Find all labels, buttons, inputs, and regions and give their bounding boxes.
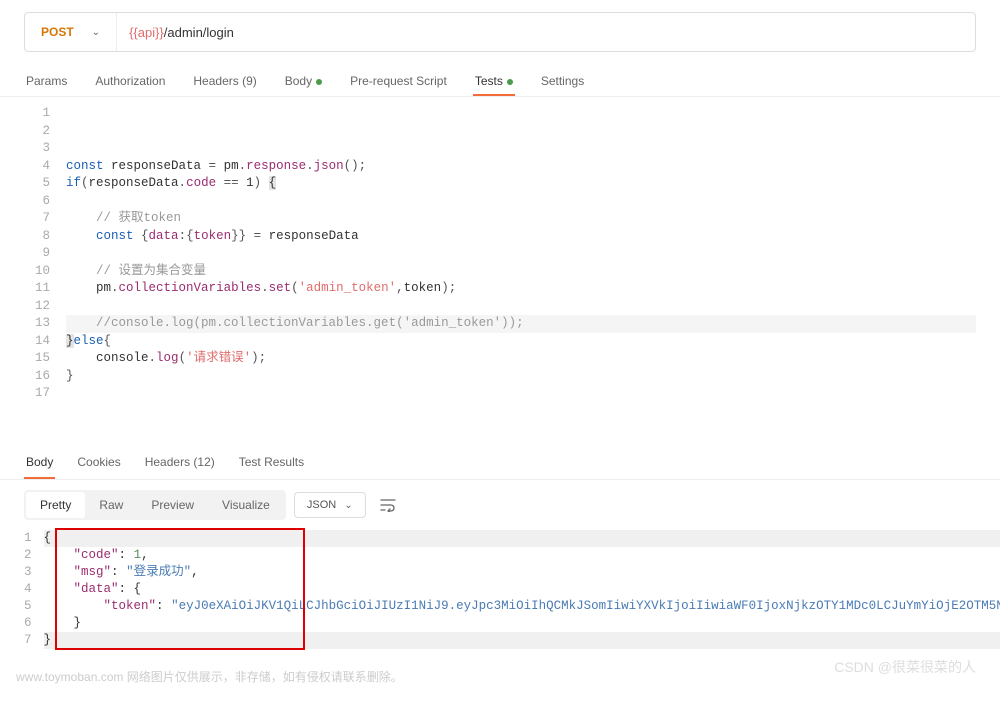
response-line[interactable]: } bbox=[44, 632, 1000, 649]
code-line[interactable] bbox=[66, 105, 976, 123]
http-method-selector[interactable]: POST ⌄ bbox=[25, 13, 117, 51]
http-method-label: POST bbox=[41, 25, 74, 39]
code-line[interactable]: }else{ bbox=[66, 333, 976, 351]
code-line[interactable]: console.log('请求错误'); bbox=[66, 350, 976, 368]
view-mode-visualize[interactable]: Visualize bbox=[208, 492, 284, 518]
wrap-icon bbox=[380, 498, 396, 512]
code-line[interactable] bbox=[66, 140, 976, 158]
format-selector[interactable]: JSON ⌄ bbox=[294, 492, 366, 518]
code-line[interactable] bbox=[66, 193, 976, 211]
response-line[interactable]: "msg": "登录成功", bbox=[44, 564, 1000, 581]
response-line[interactable]: { bbox=[44, 530, 1000, 547]
code-line[interactable]: } bbox=[66, 368, 976, 386]
request-tab-bar: Params Authorization Headers (9) Body Pre-re… bbox=[0, 68, 1000, 97]
tab-pre-request-script[interactable]: Pre-request Script bbox=[348, 68, 449, 96]
tab-body[interactable]: Body bbox=[283, 68, 324, 96]
view-mode-raw[interactable]: Raw bbox=[85, 492, 137, 518]
response-line[interactable]: "code": 1, bbox=[44, 547, 1000, 564]
response-body-viewer[interactable]: 1234567 { "code": 1, "msg": "登录成功", "dat… bbox=[0, 530, 1000, 649]
code-line[interactable] bbox=[66, 123, 976, 141]
watermark-bottom-right: CSDN @很菜很菜的人 bbox=[834, 657, 976, 677]
watermark-bottom-left: www.toymoban.com 网络图片仅供展示，非存储，如有侵权请联系删除。 bbox=[16, 668, 403, 685]
editor-code-area[interactable]: const responseData = pm.response.json();… bbox=[66, 105, 976, 447]
view-mode-group: PrettyRawPreviewVisualize bbox=[24, 490, 286, 520]
response-code-area[interactable]: { "code": 1, "msg": "登录成功", "data": { "t… bbox=[44, 530, 1000, 649]
code-line[interactable] bbox=[66, 385, 976, 403]
code-line[interactable] bbox=[66, 298, 976, 316]
url-variable: {{api}} bbox=[129, 25, 164, 40]
wrap-line-button[interactable] bbox=[374, 491, 402, 519]
tab-authorization[interactable]: Authorization bbox=[93, 68, 167, 96]
tab-settings[interactable]: Settings bbox=[539, 68, 586, 96]
code-line[interactable]: if(responseData.code == 1) { bbox=[66, 175, 976, 193]
response-tab-cookies[interactable]: Cookies bbox=[75, 447, 122, 479]
modified-dot-icon bbox=[316, 79, 322, 85]
response-tab-bar: Body Cookies Headers (12) Test Results bbox=[0, 447, 1000, 480]
code-line[interactable]: const {data:{token}} = responseData bbox=[66, 228, 976, 246]
url-bar: POST ⌄ {{api}}/admin/login bbox=[24, 12, 976, 52]
url-input[interactable]: {{api}}/admin/login bbox=[117, 13, 975, 51]
tab-params[interactable]: Params bbox=[24, 68, 69, 96]
response-tab-test-results[interactable]: Test Results bbox=[237, 447, 306, 479]
view-mode-pretty[interactable]: Pretty bbox=[26, 492, 85, 518]
code-line[interactable] bbox=[66, 245, 976, 263]
chevron-down-icon: ⌄ bbox=[344, 500, 352, 511]
tab-tests[interactable]: Tests bbox=[473, 68, 515, 96]
format-label: JSON bbox=[307, 499, 336, 511]
modified-dot-icon bbox=[507, 79, 513, 85]
code-line[interactable]: // 设置为集合变量 bbox=[66, 263, 976, 281]
code-line[interactable]: const responseData = pm.response.json(); bbox=[66, 158, 976, 176]
chevron-down-icon: ⌄ bbox=[92, 27, 100, 38]
response-line[interactable]: "token": "eyJ0eXAiOiJKV1QiLCJhbGciOiJIUz… bbox=[44, 598, 1000, 615]
response-tab-headers-[interactable]: Headers (12) bbox=[143, 447, 217, 479]
url-path: /admin/login bbox=[164, 25, 234, 40]
response-gutter: 1234567 bbox=[24, 530, 44, 649]
tab-headers-[interactable]: Headers (9) bbox=[191, 68, 258, 96]
response-line[interactable]: } bbox=[44, 615, 1000, 632]
view-mode-preview[interactable]: Preview bbox=[137, 492, 208, 518]
code-line[interactable]: // 获取token bbox=[66, 210, 976, 228]
editor-gutter: 1234567891011121314151617 bbox=[24, 105, 66, 447]
response-view-controls: PrettyRawPreviewVisualize JSON ⌄ bbox=[0, 480, 1000, 530]
tests-script-editor[interactable]: 1234567891011121314151617 const response… bbox=[0, 97, 1000, 447]
code-line[interactable]: //console.log(pm.collectionVariables.get… bbox=[66, 315, 976, 333]
response-tab-body[interactable]: Body bbox=[24, 447, 55, 479]
code-line[interactable]: pm.collectionVariables.set('admin_token'… bbox=[66, 280, 976, 298]
response-line[interactable]: "data": { bbox=[44, 581, 1000, 598]
